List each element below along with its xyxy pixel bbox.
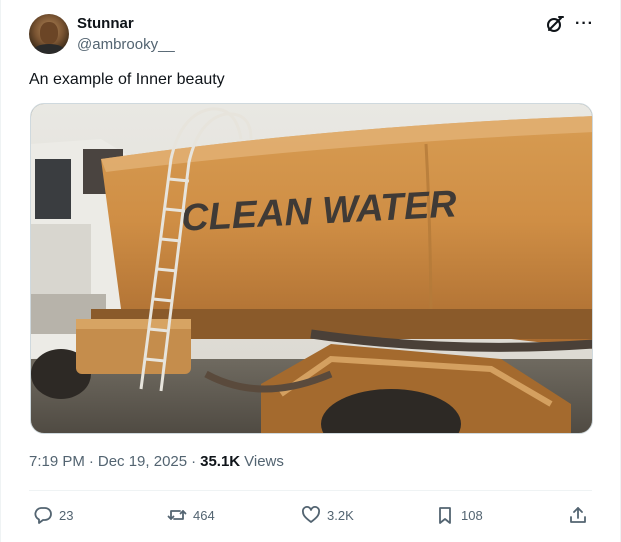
tweet-image[interactable]: CLEAN WATER [30,103,593,434]
meta-separator: · [191,453,197,470]
bookmark-count: 108 [461,507,483,523]
divider [29,490,592,491]
meta-separator: · [88,453,94,470]
views-count[interactable]: 35.1K [200,453,240,470]
reply-button[interactable]: 23 [33,502,73,528]
reply-icon [33,505,53,525]
tweet-card: Stunnar @ambrooky__ ··· An example of In… [0,0,621,542]
tweet-text: An example of Inner beauty [29,71,225,88]
bookmark-icon [435,505,455,525]
tweet-time[interactable]: 7:19 PM [29,453,85,470]
like-icon [301,505,321,525]
action-bar: 23 464 3.2K 108 [29,502,594,528]
avatar-face [40,22,58,44]
tweet-date[interactable]: Dec 19, 2025 [98,453,187,470]
avatar[interactable] [29,14,69,54]
more-icon[interactable]: ··· [575,14,594,34]
like-button[interactable]: 3.2K [301,502,354,528]
repost-icon [167,505,187,525]
share-icon [568,505,588,525]
share-button[interactable] [568,502,588,528]
like-count: 3.2K [327,507,354,523]
repost-count: 464 [193,507,215,523]
repost-button[interactable]: 464 [167,502,215,528]
author-display-name[interactable]: Stunnar [77,15,134,32]
header-icons: ··· [545,14,594,34]
views-label: Views [244,453,284,470]
grok-icon[interactable] [545,14,565,34]
reply-count: 23 [59,507,74,523]
bookmark-button[interactable]: 108 [435,502,483,528]
avatar-shirt [33,44,65,54]
author-handle[interactable]: @ambrooky__ [77,36,175,53]
tweet-meta: 7:19 PM · Dec 19, 2025 · 35.1K Views [29,453,284,470]
